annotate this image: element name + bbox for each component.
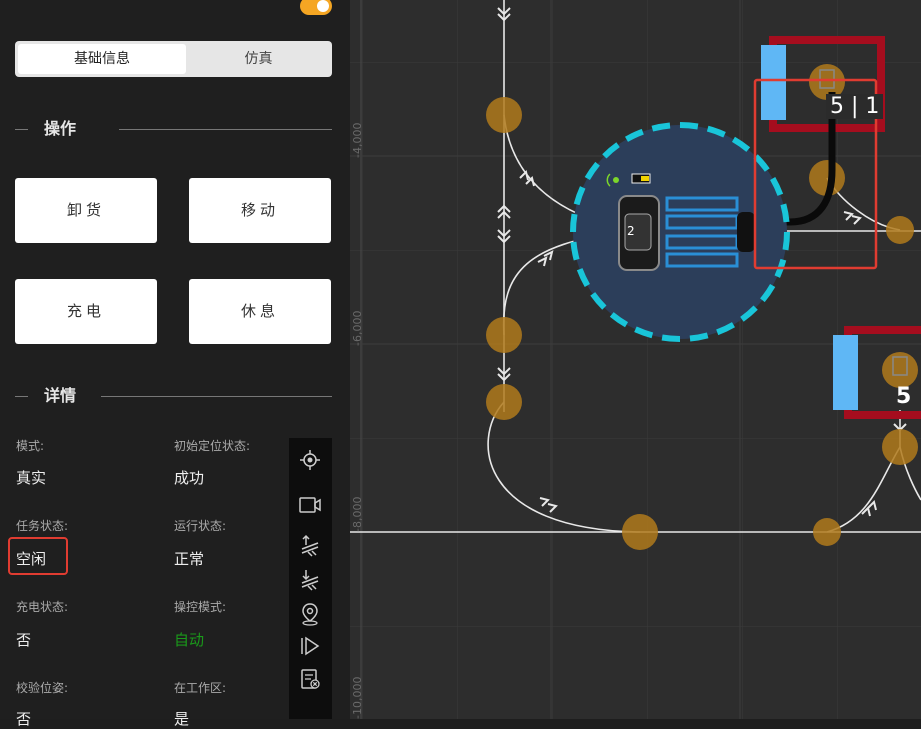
- control-mode-value: 自动: [174, 631, 205, 649]
- divider: [101, 396, 332, 397]
- charge-status-label: 充电状态:: [16, 600, 69, 614]
- map-pin-icon[interactable]: [297, 601, 323, 627]
- charge-status-value: 否: [16, 631, 32, 649]
- tab-simulation[interactable]: 仿真: [188, 44, 329, 74]
- mode-label: 模式:: [16, 439, 45, 453]
- charge-button[interactable]: 充电: [15, 279, 157, 344]
- left-panel: 基础信息 仿真 操作 卸货 移动 充电 休息 详情 模式: 真实 初始定位状态:…: [0, 0, 350, 728]
- move-button[interactable]: 移动: [189, 178, 331, 243]
- axis-label-y3: -8,000: [351, 496, 364, 532]
- rest-button[interactable]: 休息: [189, 279, 331, 344]
- task-status-highlight: [8, 537, 68, 575]
- control-mode-label: 操控模式:: [174, 600, 227, 614]
- operation-title: 操作: [44, 119, 77, 138]
- toggle-knob: [317, 0, 329, 12]
- init-locate-label: 初始定位状态:: [174, 439, 251, 453]
- load-up-icon[interactable]: [297, 532, 323, 558]
- in-workzone-label: 在工作区:: [174, 681, 227, 695]
- locate-icon[interactable]: [297, 447, 323, 473]
- run-status-label: 运行状态:: [174, 519, 227, 533]
- mode-toggle[interactable]: [300, 0, 332, 15]
- station-2-label: 5: [896, 384, 912, 409]
- axis-label-y4: -10,000: [351, 676, 364, 719]
- map-node: [882, 429, 918, 465]
- run-status-value: 正常: [174, 550, 205, 568]
- map-view[interactable]: -4,000 -6,000 -8,000 -10,000 2 5 | 1 5: [350, 0, 921, 719]
- unload-button[interactable]: 卸货: [15, 178, 157, 243]
- map-node: [813, 518, 841, 546]
- tab-basic-info[interactable]: 基础信息: [18, 44, 186, 74]
- task-status-label: 任务状态:: [16, 519, 69, 533]
- map-node: [886, 216, 914, 244]
- map-node: [486, 97, 522, 133]
- cancel-task-icon[interactable]: [297, 666, 323, 692]
- details-section-header: 详情: [15, 386, 332, 406]
- map-node: [622, 514, 658, 550]
- divider: [15, 396, 28, 397]
- play-icon[interactable]: [297, 633, 323, 659]
- divider: [15, 129, 28, 130]
- load-down-icon[interactable]: [297, 566, 323, 592]
- map-node: [486, 384, 522, 420]
- map-node: [486, 317, 522, 353]
- axis-label-y2: -6,000: [351, 310, 364, 346]
- verify-pose-label: 校验位姿:: [16, 681, 69, 695]
- init-locate-value: 成功: [174, 469, 205, 487]
- map-toolbar: [289, 438, 332, 719]
- tab-bar: 基础信息 仿真: [15, 41, 332, 77]
- operation-section-header: 操作: [15, 119, 332, 139]
- robot-id-label[interactable]: 2: [627, 224, 635, 238]
- mode-value: 真实: [16, 469, 47, 487]
- station-1-label: 5 | 1: [826, 94, 884, 119]
- camera-icon[interactable]: [297, 492, 323, 518]
- details-title: 详情: [44, 386, 77, 405]
- divider: [119, 129, 332, 130]
- axis-label-y1: -4,000: [351, 122, 364, 158]
